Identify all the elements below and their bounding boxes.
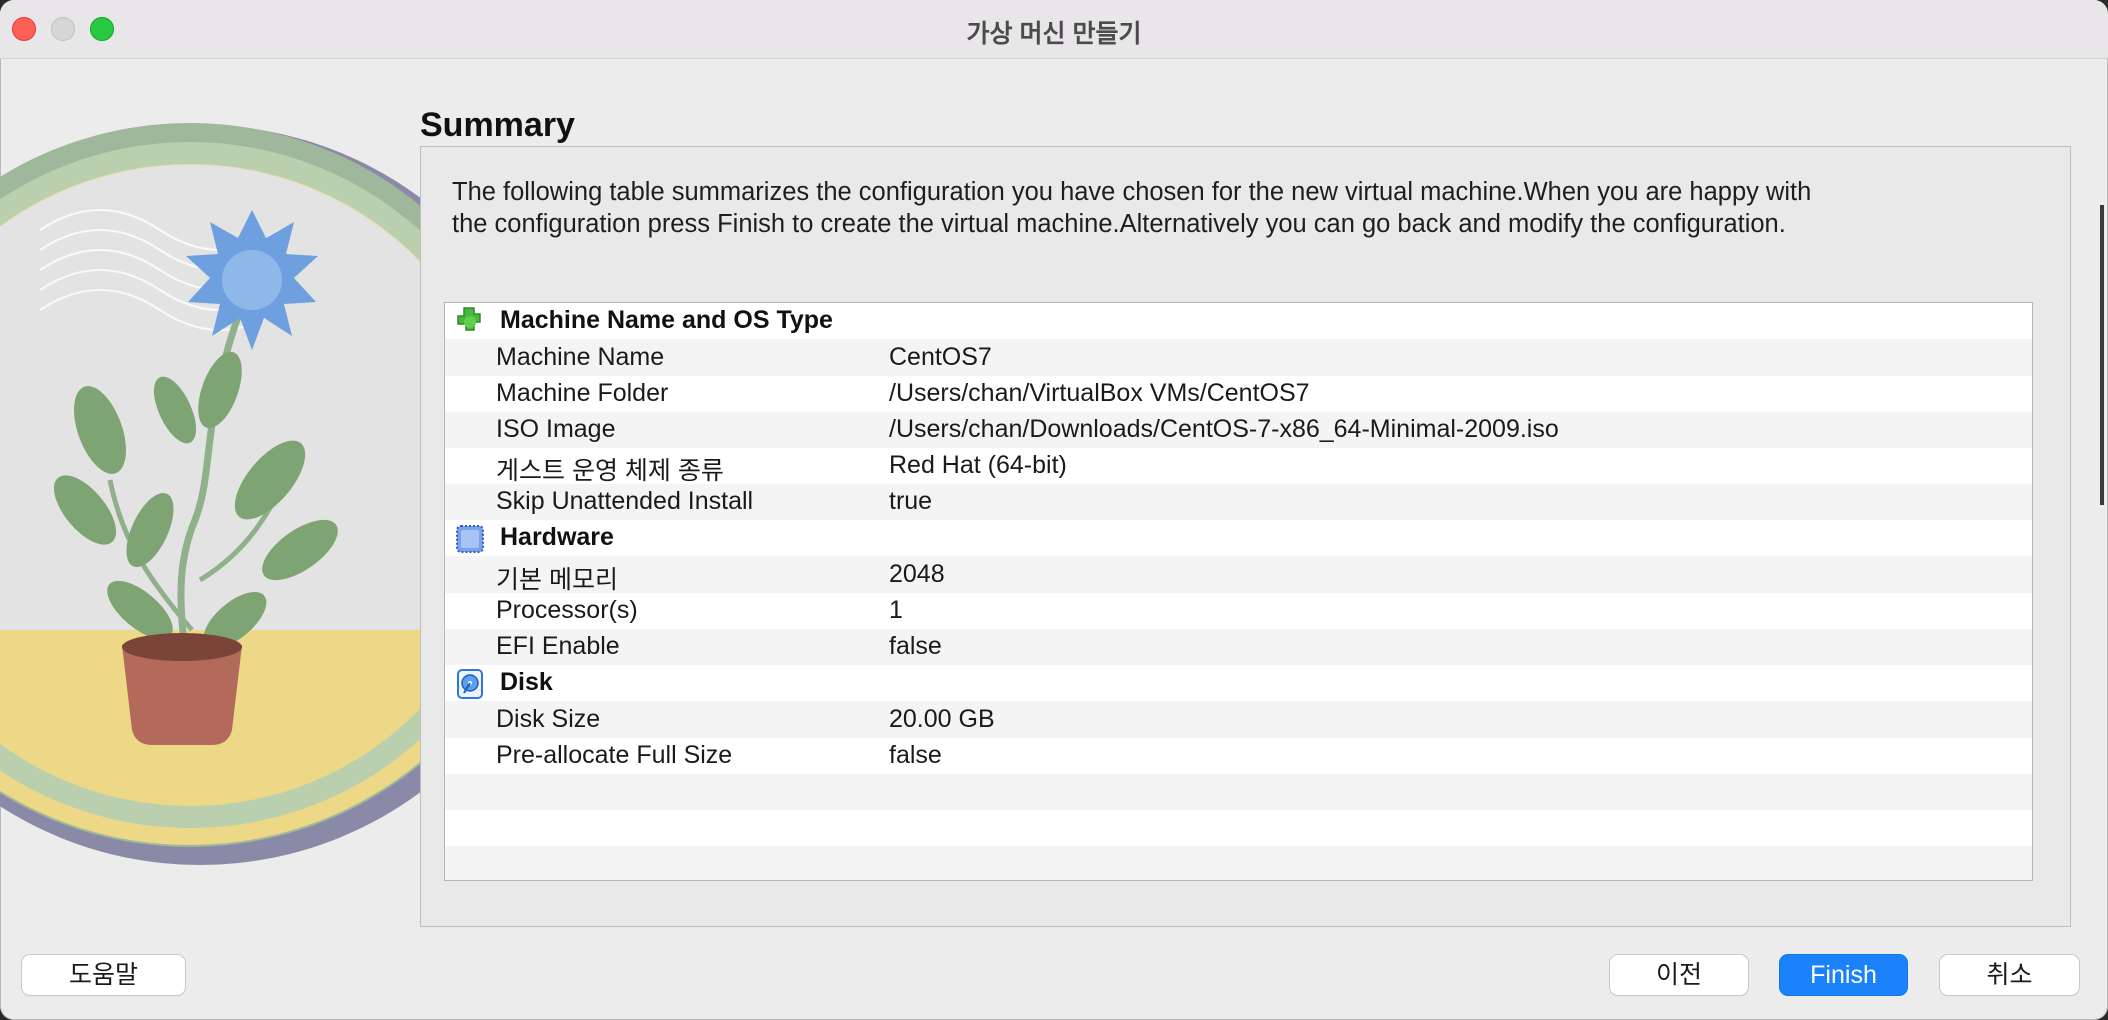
chip-icon <box>454 523 486 555</box>
row-value: Red Hat (64-bit) <box>889 451 1067 479</box>
table-row[interactable]: Machine Name CentOS7 <box>445 340 2032 376</box>
row-key: Machine Folder <box>496 379 669 407</box>
row-value: 20.00 GB <box>889 705 995 733</box>
section-title: Hardware <box>500 523 614 551</box>
help-button[interactable]: 도움말 <box>22 955 185 995</box>
row-value: /Users/chan/Downloads/CentOS-7-x86_64-Mi… <box>889 415 1559 443</box>
scrollbar[interactable] <box>2100 205 2104 505</box>
empty-row <box>445 810 2032 846</box>
row-key: Disk Size <box>496 705 601 733</box>
disk-icon <box>454 668 486 700</box>
summary-table[interactable]: Machine Name and OS Type Machine Name Cent… <box>444 302 2033 881</box>
finish-button[interactable]: Finish <box>1780 955 1907 995</box>
table-row[interactable]: 기본 메모리 2048 <box>445 557 2032 594</box>
empty-row <box>445 846 2032 880</box>
page-title: Summary <box>420 106 575 144</box>
window-title: 가상 머신 만들기 <box>966 20 1142 48</box>
section-header[interactable]: Hardware <box>445 520 2032 556</box>
puzzle-icon <box>454 306 486 338</box>
back-button[interactable]: 이전 <box>1610 955 1748 995</box>
row-key: ISO Image <box>496 415 616 443</box>
table-row[interactable]: ISO Image/Users/chan/Downloads/CentOS-7-… <box>445 412 2032 448</box>
section-header[interactable]: Disk <box>445 665 2032 701</box>
summary-description: The following table summarizes the confi… <box>452 178 1812 238</box>
row-key: Pre-allocate Full Size <box>496 741 733 769</box>
table-row[interactable]: Pre-allocate Full Size false <box>445 738 2032 774</box>
section-header[interactable]: Machine Name and OS Type <box>445 303 2032 339</box>
wizard-illustration <box>0 110 480 890</box>
table-row[interactable]: Disk Size 20.00 GB <box>445 702 2032 738</box>
row-value: 1 <box>889 596 903 624</box>
row-key: 기본 메모리 <box>496 566 618 594</box>
row-key: 게스트 운영 체제 종류 <box>496 457 724 485</box>
table-row[interactable]: EFI Enable false <box>445 629 2032 665</box>
row-value: false <box>889 632 942 660</box>
row-value: 2048 <box>889 560 945 588</box>
row-value: true <box>889 487 933 515</box>
row-key: Processor(s) <box>496 596 638 624</box>
row-value: CentOS7 <box>889 343 992 371</box>
row-value: /Users/chan/VirtualBox VMs/CentOS7 <box>889 379 1310 407</box>
wizard-window: 가상 머신 만들기 Summary The following table su… <box>0 0 2108 1020</box>
table-row[interactable]: 게스트 운영 체제 종류 Red Hat (64-bit) <box>445 448 2032 485</box>
title-bar: 가상 머신 만들기 <box>0 0 2108 59</box>
row-value: false <box>889 741 942 769</box>
cancel-button[interactable]: 취소 <box>1940 955 2079 995</box>
section-title: Machine Name and OS Type <box>500 306 833 334</box>
table-row[interactable]: Processor(s) 1 <box>445 593 2032 629</box>
table-row[interactable]: Machine Folder/Users/chan/VirtualBox VMs… <box>445 376 2032 412</box>
row-key: Skip Unattended Install <box>496 487 754 515</box>
section-title: Disk <box>500 668 553 696</box>
table-row[interactable]: Skip Unattended Install true <box>445 484 2032 520</box>
row-key: EFI Enable <box>496 632 620 660</box>
empty-row <box>445 774 2032 810</box>
row-key: Machine Name <box>496 343 665 371</box>
